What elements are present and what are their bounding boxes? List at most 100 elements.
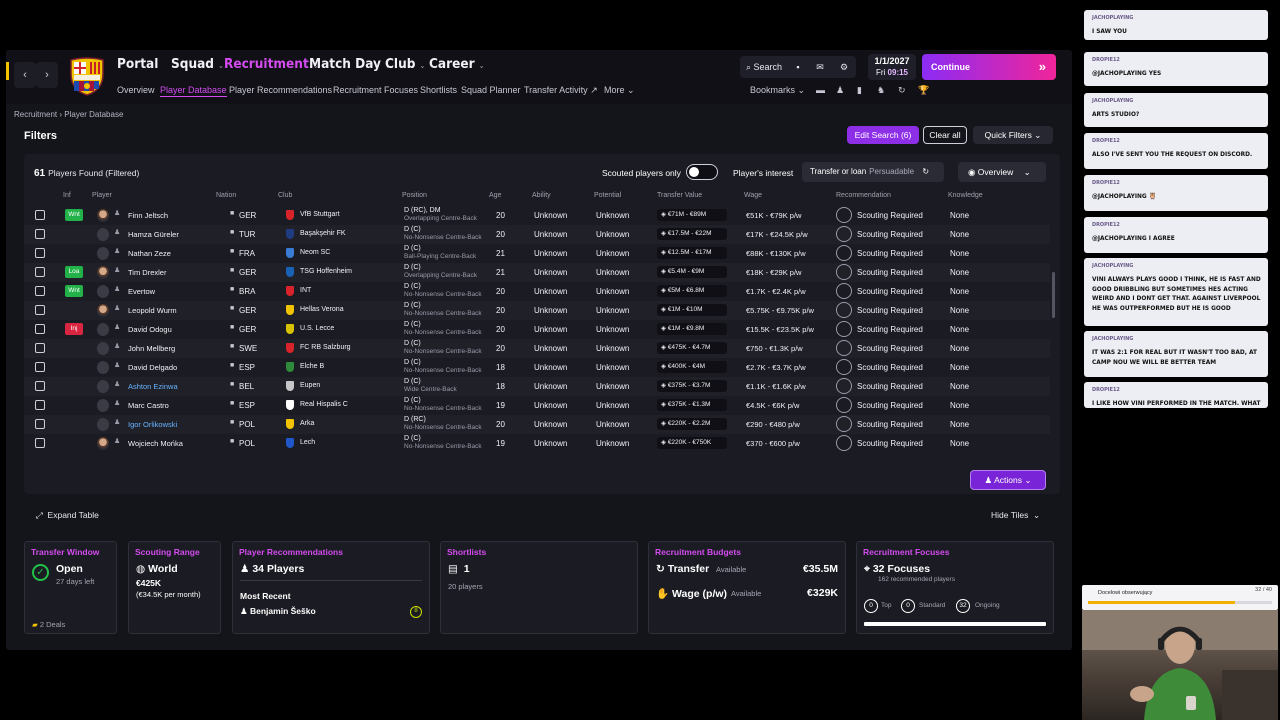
- player-name[interactable]: David Delgado: [128, 363, 177, 372]
- header-nation[interactable]: Nation: [216, 192, 236, 199]
- row-checkbox[interactable]: [35, 248, 45, 258]
- row-checkbox[interactable]: [35, 400, 45, 410]
- table-row[interactable]: ♟ Ashton Ezinwa ■ BEL Eupen D (C) Wide Centre-…: [24, 377, 1050, 396]
- row-checkbox[interactable]: [35, 305, 45, 315]
- table-row[interactable]: Loa ♟ Tim Drexler ■ GER TSG Hoffenheim D (C) Ov…: [24, 263, 1050, 282]
- table-row[interactable]: ♟ Marc Castro ■ ESP Real Hispalis C D (C) No-N…: [24, 396, 1050, 415]
- player-name[interactable]: Wojciech Mońka: [128, 439, 183, 448]
- nav-match-day[interactable]: Match Day ⌄: [309, 56, 391, 72]
- table-row[interactable]: Inj ♟ David Odogu ■ GER U.S. Lecce D (C) No-Non…: [24, 320, 1050, 339]
- player-club[interactable]: U.S. Lecce: [300, 325, 334, 332]
- row-checkbox[interactable]: [35, 343, 45, 353]
- subnav-player-database[interactable]: Player Database: [160, 85, 227, 97]
- player-nation[interactable]: POL: [239, 420, 255, 429]
- view-select[interactable]: ◉ Overview ⌄: [958, 162, 1046, 182]
- inbox-icon[interactable]: ✉: [808, 56, 832, 78]
- row-checkbox[interactable]: [35, 438, 45, 448]
- forward-button[interactable]: ›: [36, 62, 58, 88]
- header-club[interactable]: Club: [278, 192, 292, 199]
- player-name[interactable]: Ashton Ezinwa: [128, 382, 178, 391]
- header-wage[interactable]: Wage: [744, 192, 762, 199]
- bookmarks-button[interactable]: Bookmarks ⌄: [750, 85, 805, 96]
- header-ability[interactable]: Ability: [532, 192, 551, 199]
- player-name[interactable]: Evertow: [128, 287, 155, 296]
- player-nation[interactable]: BRA: [239, 287, 255, 296]
- game-date-button[interactable]: 1/1/2027 Fri 09:15: [868, 54, 916, 80]
- edit-search-button[interactable]: Edit Search (6): [847, 126, 919, 144]
- player-club[interactable]: Real Hispalis C: [300, 401, 348, 408]
- board-icon[interactable]: ▮: [857, 85, 862, 96]
- tile-shortlists[interactable]: Shortlists ▤ 1 20 players: [440, 541, 638, 634]
- header-inf[interactable]: Inf: [63, 192, 71, 199]
- table-row[interactable]: ♟ Wojciech Mońka ■ POL Lech D (C) No-Nonsense …: [24, 434, 1050, 453]
- player-club[interactable]: Lech: [300, 439, 315, 446]
- player-name[interactable]: Nathan Zeze: [128, 249, 171, 258]
- refresh-icon[interactable]: ↻: [898, 85, 906, 96]
- table-row[interactable]: ♟ Igor Orlikowski ■ POL Arka D (RC) No-Nonsens…: [24, 415, 1050, 434]
- row-checkbox[interactable]: [35, 362, 45, 372]
- header-transfer-value[interactable]: Transfer Value: [657, 192, 702, 199]
- tile-transfer-window[interactable]: Transfer Window ✓ Open 27 days left ▰ 2 …: [24, 541, 117, 634]
- header-age[interactable]: Age: [489, 192, 501, 199]
- player-nation[interactable]: GER: [239, 306, 256, 315]
- chat-icon[interactable]: ▬: [816, 85, 825, 95]
- table-row[interactable]: Wnt ♟ Evertow ■ BRA INT D (C) No-Nonsense Centr…: [24, 282, 1050, 301]
- player-name[interactable]: John Mellberg: [128, 344, 175, 353]
- table-row[interactable]: ♟ John Mellberg ■ SWE FC RB Salzburg D (C) No-…: [24, 339, 1050, 358]
- row-checkbox[interactable]: [35, 210, 45, 220]
- player-club[interactable]: Başakşehir FK: [300, 230, 346, 237]
- player-name[interactable]: Marc Castro: [128, 401, 169, 410]
- tile-recruitment-budgets[interactable]: Recruitment Budgets ↻ Transfer Available…: [648, 541, 846, 634]
- row-checkbox[interactable]: [35, 229, 45, 239]
- subnav-squad-planner[interactable]: Squad Planner: [461, 85, 521, 95]
- player-nation[interactable]: SWE: [239, 344, 257, 353]
- player-name[interactable]: Hamza Güreler: [128, 230, 179, 239]
- player-club[interactable]: Eupen: [300, 382, 320, 389]
- tile-scouting-range[interactable]: Scouting Range ◍ World €425K (€34.5K per…: [128, 541, 221, 634]
- row-checkbox[interactable]: [35, 419, 45, 429]
- nav-squad[interactable]: Squad ⌄: [171, 56, 224, 72]
- back-button[interactable]: ‹: [14, 62, 36, 88]
- tile-recruitment-focuses[interactable]: Recruitment Focuses ⌖ 32 Focuses 162 rec…: [856, 541, 1054, 634]
- player-club[interactable]: Hellas Verona: [300, 306, 344, 313]
- hide-tiles-button[interactable]: Hide Tiles ⌄: [991, 510, 1040, 521]
- table-row[interactable]: ♟ Leopold Wurm ■ GER Hellas Verona D (C) No-No…: [24, 301, 1050, 320]
- quick-filters-button[interactable]: Quick Filters ⌄: [973, 126, 1053, 144]
- player-club[interactable]: FC RB Salzburg: [300, 344, 351, 351]
- notepad-icon[interactable]: ▪: [788, 56, 808, 78]
- club-crest-icon[interactable]: [68, 56, 106, 96]
- subnav-transfer-activity[interactable]: Transfer Activity ↗: [524, 85, 598, 96]
- staff-icon[interactable]: ♞: [877, 85, 885, 96]
- table-row[interactable]: ♟ Nathan Zeze ■ FRA Neom SC D (C) Ball-Playing…: [24, 244, 1050, 263]
- player-nation[interactable]: TUR: [239, 230, 255, 239]
- breadcrumb-root[interactable]: Recruitment: [14, 110, 57, 119]
- expand-table-button[interactable]: ⤢ Expand Table: [36, 510, 99, 521]
- player-nation[interactable]: GER: [239, 211, 256, 220]
- nav-recruitment[interactable]: Recruitment ⌄: [224, 56, 319, 72]
- player-name[interactable]: Finn Jeltsch: [128, 211, 168, 220]
- header-potential[interactable]: Potential: [594, 192, 621, 199]
- table-row[interactable]: Wnt ♟ Finn Jeltsch ■ GER VfB Stuttgart D (RC),…: [24, 206, 1050, 225]
- kit-icon[interactable]: ♟: [836, 85, 844, 96]
- player-name[interactable]: Leopold Wurm: [128, 306, 177, 315]
- header-knowledge[interactable]: Knowledge: [948, 192, 983, 199]
- header-player[interactable]: Player: [92, 192, 112, 199]
- trophy-icon[interactable]: 🏆: [918, 85, 929, 96]
- player-nation[interactable]: BEL: [239, 382, 254, 391]
- player-nation[interactable]: ESP: [239, 363, 255, 372]
- player-club[interactable]: VfB Stuttgart: [300, 211, 340, 218]
- row-checkbox[interactable]: [35, 286, 45, 296]
- search-button[interactable]: ⌕ Search: [740, 56, 788, 78]
- table-row[interactable]: ♟ David Delgado ■ ESP Elche B D (C) No-Nonsens…: [24, 358, 1050, 377]
- nav-club[interactable]: Club ⌄: [385, 56, 425, 72]
- subnav-shortlists[interactable]: Shortlists: [420, 85, 457, 95]
- player-club[interactable]: INT: [300, 287, 311, 294]
- gear-icon[interactable]: ⚙: [832, 56, 856, 78]
- row-checkbox[interactable]: [35, 324, 45, 334]
- player-club[interactable]: Arka: [300, 420, 314, 427]
- player-name[interactable]: Igor Orlikowski: [128, 420, 177, 429]
- row-checkbox[interactable]: [35, 267, 45, 277]
- player-club[interactable]: TSG Hoffenheim: [300, 268, 352, 275]
- table-row[interactable]: ♟ Hamza Güreler ■ TUR Başakşehir FK D (C) No-N…: [24, 225, 1050, 244]
- subnav-more[interactable]: More ⌄: [604, 85, 635, 96]
